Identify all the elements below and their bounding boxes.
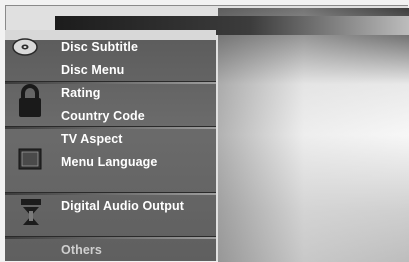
menu-item-rating[interactable]: Rating xyxy=(61,86,101,100)
category-divider xyxy=(5,192,216,195)
category-divider xyxy=(5,236,216,239)
menu-item-digital-audio-output[interactable]: Digital Audio Output xyxy=(61,199,184,213)
menu-item-disc-menu[interactable]: Disc Menu xyxy=(61,63,124,77)
submenu-preview-panel xyxy=(218,8,409,262)
disc-icon xyxy=(12,38,38,61)
dvd-setup-screen: Disc Subtitle Disc Menu Rating Country C… xyxy=(0,0,409,262)
lock-icon xyxy=(18,84,42,123)
menu-item-disc-subtitle[interactable]: Disc Subtitle xyxy=(61,40,138,54)
audio-output-icon xyxy=(20,198,42,231)
tv-screen-icon xyxy=(18,148,42,175)
menu-item-others[interactable]: Others xyxy=(61,243,102,257)
category-divider xyxy=(5,126,216,129)
menu-item-tv-aspect[interactable]: TV Aspect xyxy=(61,132,123,146)
menu-item-country-code[interactable]: Country Code xyxy=(61,109,145,123)
menu-item-menu-language[interactable]: Menu Language xyxy=(61,155,157,169)
